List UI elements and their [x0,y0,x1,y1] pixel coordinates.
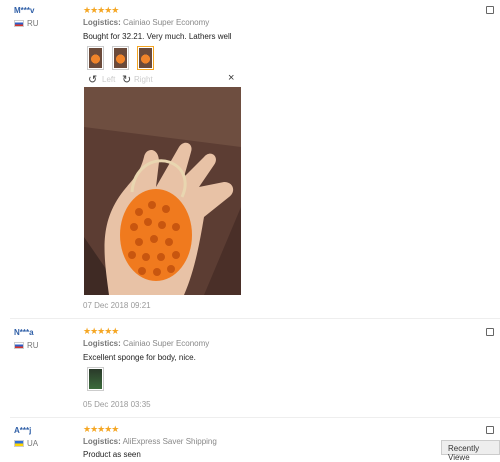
logistics-label: Logistics: [83,437,121,446]
photo-illustration [84,87,241,295]
review-text: Bought for 32.21. Very much. Lathers wel… [83,32,232,41]
country-code: UA [27,439,39,448]
recently-viewed-tab[interactable]: Recently Viewe [441,440,500,462]
reviewer-name: N***a [14,328,34,337]
logistics-label: Logistics: [83,18,121,27]
logistics-label: Logistics: [83,339,121,348]
rating-stars: ★★★★★ [83,5,119,15]
rating-stars: ★★★★★ [83,424,119,434]
review-thumbnail[interactable] [87,367,104,391]
logistics-info: Logistics: Cainiao Super Economy [83,18,209,27]
review-divider [10,318,500,319]
review-text: Excellent sponge for body, nice. [83,353,196,362]
share-icon[interactable] [486,426,494,434]
reviewer-name: A***j [14,426,32,435]
close-icon[interactable]: × [228,72,234,84]
thumbnail-image [139,48,152,68]
review-photo [84,87,241,295]
share-icon[interactable] [486,328,494,336]
logistics-value: Cainiao Super Economy [123,339,210,348]
country-code: RU [27,341,39,350]
logistics-value: AliExpress Saver Shipping [122,437,217,446]
image-viewer-toolbar: ↺ Left ↻ Right × [88,72,240,86]
rotate-right-icon[interactable]: ↻ [122,73,131,86]
flag-icon [14,20,24,27]
reviewer-country: RU [14,19,39,28]
recently-viewed-label: Recently Viewe [448,444,480,462]
review-date: 05 Dec 2018 03:35 [83,400,151,409]
thumbnail-image [89,369,102,389]
rotate-right-label: Right [134,75,153,84]
thumbnail-image [114,48,127,68]
thumbnail-image [89,48,102,68]
review-date: 07 Dec 2018 09:21 [83,301,151,310]
logistics-value: Cainiao Super Economy [123,18,210,27]
rating-stars: ★★★★★ [83,326,119,336]
rotate-left-icon[interactable]: ↺ [88,73,97,86]
logistics-info: Logistics: Cainiao Super Economy [83,339,209,348]
logistics-info: Logistics: AliExpress Saver Shipping [83,437,217,446]
review-thumbnail-selected[interactable] [137,46,154,70]
share-icon[interactable] [486,6,494,14]
reviewer-country: RU [14,341,39,350]
review-divider [10,417,500,418]
reviewer-country: UA [14,439,38,448]
flag-icon [14,342,24,349]
rotate-left-label: Left [102,75,116,84]
country-code: RU [27,19,39,28]
review-thumbnail[interactable] [87,46,104,70]
flag-icon [14,440,24,447]
reviewer-name: M***v [14,6,35,15]
review-thumbnail[interactable] [112,46,129,70]
